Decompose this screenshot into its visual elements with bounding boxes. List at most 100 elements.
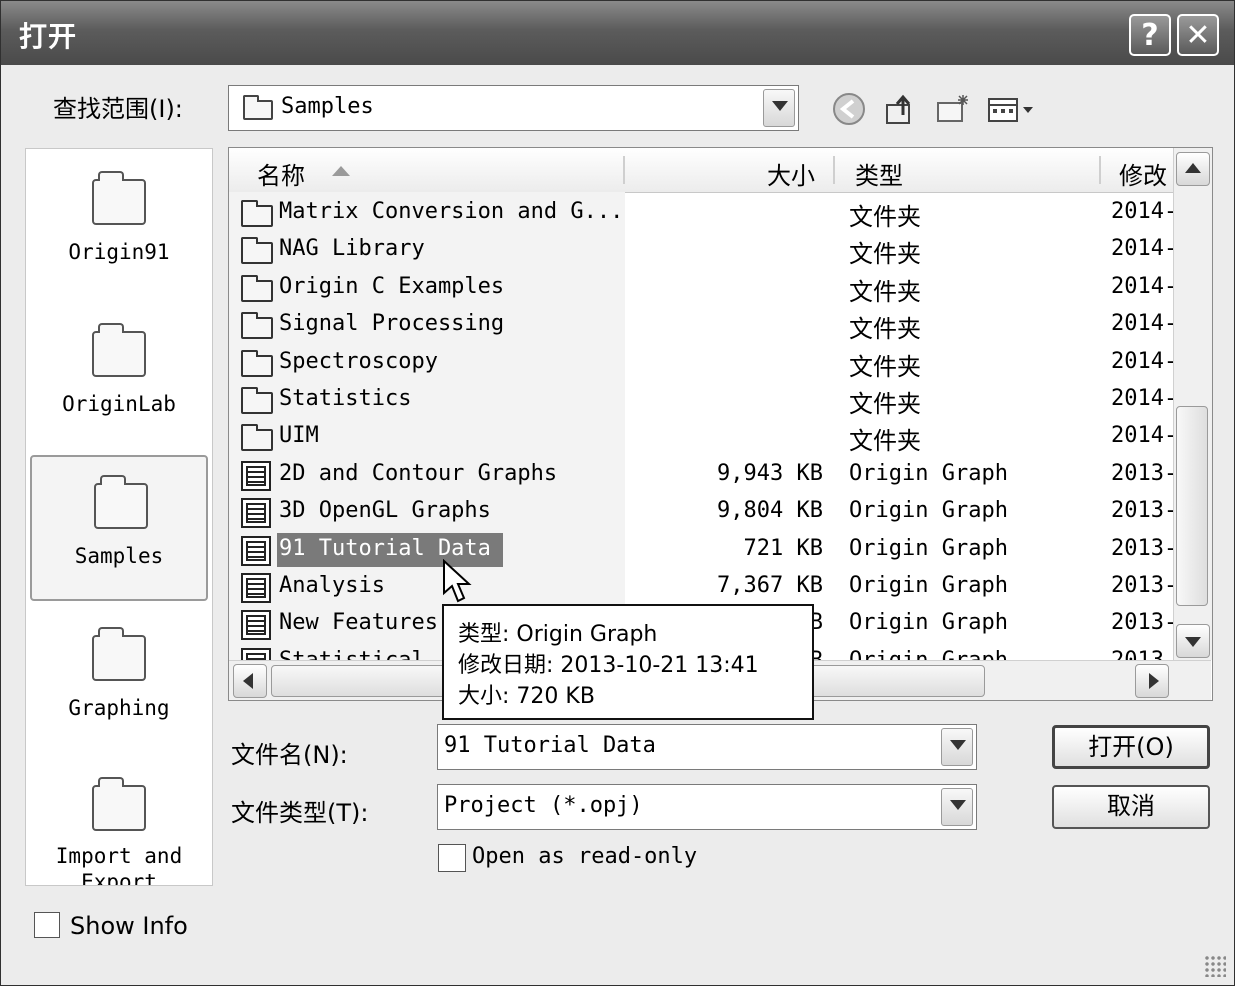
file-name: Analysis <box>279 573 385 598</box>
new-folder-icon[interactable] <box>935 91 971 127</box>
place-samples[interactable]: Samples <box>30 455 208 601</box>
origin-project-icon <box>241 610 271 641</box>
file-row[interactable]: Spectroscopy 文件夹 2014- <box>229 345 1177 382</box>
file-type: 文件夹 <box>849 277 921 306</box>
folder-icon <box>243 95 273 120</box>
up-folder-icon[interactable] <box>883 91 919 127</box>
back-icon[interactable] <box>831 91 867 127</box>
column-size[interactable]: 大小 <box>767 156 815 191</box>
file-size: 7,367 KB <box>717 573 823 598</box>
origin-project-icon <box>241 573 271 603</box>
folder-icon <box>241 237 273 265</box>
file-type: Origin Graph <box>849 535 1008 561</box>
lookin-dropdown-arrow[interactable] <box>763 89 795 127</box>
file-info-tooltip: 类型: Origin Graph 修改日期: 2013-10-21 13:41 … <box>442 604 814 720</box>
filetype-dropdown-arrow[interactable] <box>941 788 973 826</box>
file-modified: 2013- <box>1111 460 1178 486</box>
file-type: 文件夹 <box>849 315 921 344</box>
lookin-combo[interactable]: Samples <box>228 85 799 131</box>
folder-icon <box>241 349 273 377</box>
list-header: 名称 大小 类型 修改 <box>229 148 1173 193</box>
place-origin91[interactable]: Origin91 <box>30 153 208 293</box>
place-label: Origin91 <box>68 240 170 264</box>
vertical-scrollbar[interactable] <box>1173 148 1212 660</box>
file-row[interactable]: Statistics 文件夹 2014- <box>229 382 1177 419</box>
tooltip-type: 类型: Origin Graph <box>458 622 658 647</box>
title-bar[interactable]: 打开 ? ✕ <box>1 1 1234 65</box>
file-row[interactable]: Analysis 7,367 KB Origin Graph 2013- <box>229 569 1177 606</box>
vertical-scroll-thumb[interactable] <box>1176 406 1208 606</box>
scroll-left-button[interactable] <box>233 664 267 698</box>
file-type: Origin Graph <box>849 573 1008 598</box>
origin-project-icon <box>241 460 271 491</box>
place-label: OriginLab <box>62 392 176 416</box>
open-dialog: 打开 ? ✕ 查找范围(I): Samples Origin91 OriginL… <box>0 0 1235 986</box>
filetype-value: Project (*.opj) <box>444 793 643 818</box>
file-type: Origin Graph <box>849 610 1008 636</box>
column-name[interactable]: 名称 <box>257 156 305 191</box>
cancel-button[interactable]: 取消 <box>1052 785 1210 829</box>
scroll-up-button[interactable] <box>1176 152 1210 186</box>
file-modified: 2013- <box>1111 535 1178 561</box>
column-modified[interactable]: 修改 <box>1119 156 1167 191</box>
read-only-checkbox[interactable] <box>438 844 466 872</box>
scroll-right-button[interactable] <box>1135 664 1169 698</box>
file-name: UIM <box>279 423 319 449</box>
show-info-checkbox[interactable] <box>34 912 60 938</box>
file-row[interactable]: Origin C Examples 文件夹 2014- <box>229 270 1177 307</box>
resize-grip-icon[interactable] <box>1204 955 1226 977</box>
file-row[interactable]: 3D OpenGL Graphs 9,804 KB Origin Graph 2013… <box>229 494 1177 531</box>
file-modified: 2014- <box>1111 423 1178 449</box>
tooltip-modified: 修改日期: 2013-10-21 13:41 <box>458 653 759 678</box>
file-name: 91 Tutorial Data <box>279 535 491 561</box>
place-import-and-export[interactable]: Import and Export <box>30 761 208 885</box>
folder-icon <box>92 171 146 225</box>
file-modified: 2013- <box>1111 610 1178 636</box>
file-row[interactable]: 91 Tutorial Data 721 KB Origin Graph 2013- <box>229 532 1177 569</box>
file-name: 2D and Contour Graphs <box>279 460 558 486</box>
file-modified: 2013- <box>1111 573 1178 598</box>
file-modified: 2014- <box>1111 348 1178 374</box>
file-type: 文件夹 <box>849 390 921 418</box>
file-name: 3D OpenGL Graphs <box>279 498 491 524</box>
dialog-title: 打开 <box>19 20 78 53</box>
file-name: New Features <box>279 610 438 636</box>
place-graphing[interactable]: Graphing <box>30 609 208 749</box>
file-modified: 2014- <box>1111 311 1178 337</box>
filename-input[interactable]: 91 Tutorial Data <box>437 724 977 770</box>
file-row[interactable]: UIM 文件夹 2014- <box>229 419 1177 456</box>
folder-icon <box>92 627 146 681</box>
lookin-label: 查找范围(I): <box>53 95 183 123</box>
place-label: Samples <box>74 544 164 568</box>
folder-icon <box>92 777 146 831</box>
file-type: 文件夹 <box>849 352 921 381</box>
sort-ascending-icon <box>332 166 350 176</box>
open-button[interactable]: 打开(O) <box>1052 725 1210 769</box>
help-button[interactable]: ? <box>1129 14 1171 56</box>
file-name: Spectroscopy <box>279 348 438 374</box>
filename-dropdown-arrow[interactable] <box>941 728 973 766</box>
file-type: Origin Graph <box>849 498 1008 524</box>
file-row[interactable]: 2D and Contour Graphs 9,943 KB Origin Grap… <box>229 457 1177 494</box>
folder-icon <box>92 323 146 377</box>
scroll-down-button[interactable] <box>1176 624 1210 658</box>
file-size: 9,943 KB <box>717 460 823 486</box>
folder-icon <box>241 312 273 340</box>
filename-value: 91 Tutorial Data <box>444 733 656 758</box>
filename-label: 文件名(N): <box>231 741 348 769</box>
file-row[interactable]: Matrix Conversion and G... 文件夹 2014- <box>229 195 1177 232</box>
file-modified: 2014- <box>1111 273 1178 299</box>
file-row[interactable]: Signal Processing 文件夹 2014- <box>229 307 1177 344</box>
close-button[interactable]: ✕ <box>1177 14 1219 56</box>
file-row[interactable]: NAG Library 文件夹 2014- <box>229 232 1177 269</box>
file-size: 9,804 KB <box>717 498 823 524</box>
file-modified: 2014- <box>1111 199 1178 224</box>
folder-icon <box>241 387 273 414</box>
read-only-label: Open as read-only <box>472 844 698 869</box>
column-type[interactable]: 类型 <box>855 156 903 191</box>
view-menu-icon[interactable] <box>987 91 1037 127</box>
place-originlab[interactable]: OriginLab <box>30 305 208 445</box>
place-label: Import and Export <box>55 844 183 885</box>
filetype-select[interactable]: Project (*.opj) <box>437 784 977 830</box>
places-bar: Origin91 OriginLab Samples Graphing Impo… <box>25 148 213 886</box>
